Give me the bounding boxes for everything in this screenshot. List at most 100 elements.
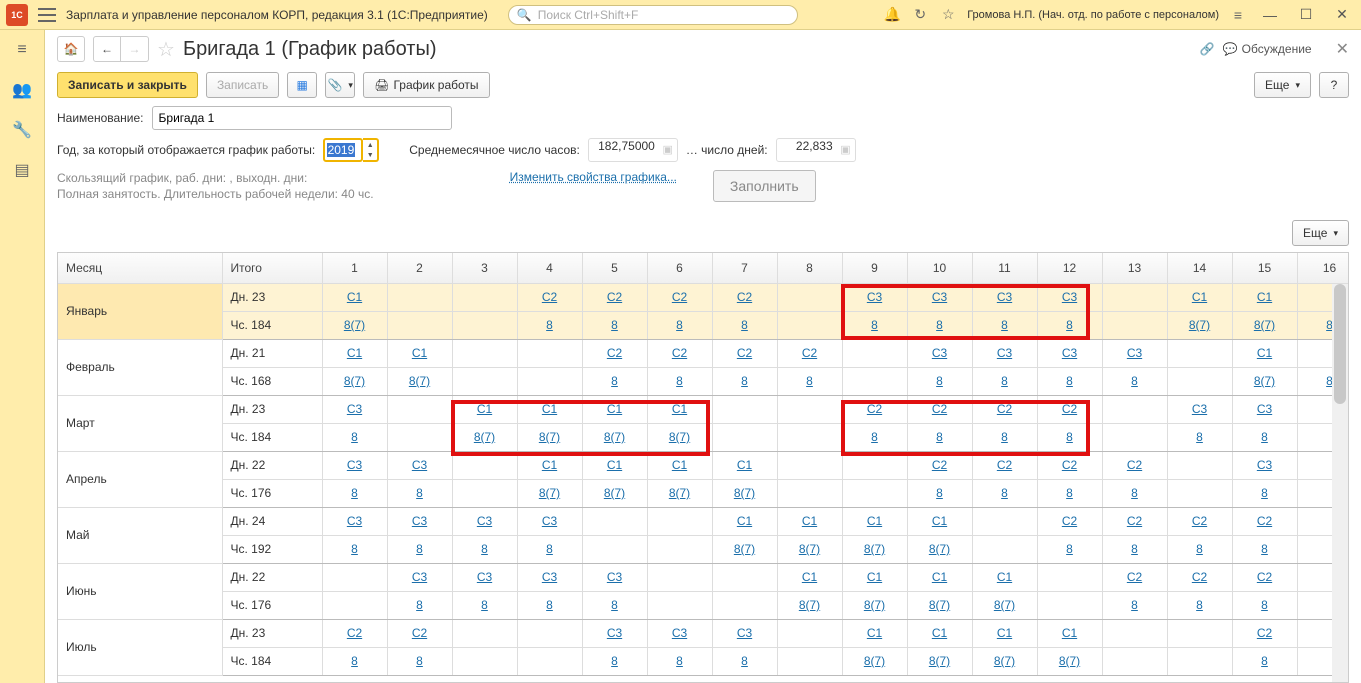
name-input[interactable] [152, 106, 452, 130]
attach-button[interactable]: 📎▾ [325, 72, 355, 98]
shift-cell[interactable]: С1 [322, 283, 387, 311]
hours-cell[interactable]: 8(7) [517, 423, 582, 451]
hours-cell[interactable] [712, 423, 777, 451]
shift-cell[interactable]: С2 [1232, 563, 1297, 591]
current-user[interactable]: Громова Н.П. (Нач. отд. по работе с перс… [967, 9, 1219, 21]
more-button[interactable]: Еще▾ [1254, 72, 1311, 98]
table-more-button[interactable]: Еще▾ [1292, 220, 1349, 246]
hours-cell[interactable]: 8(7) [972, 647, 1037, 675]
shift-cell[interactable]: С3 [1232, 451, 1297, 479]
shift-cell[interactable]: С2 [1232, 619, 1297, 647]
shift-cell[interactable]: С1 [582, 395, 647, 423]
shift-cell[interactable]: С1 [712, 507, 777, 535]
home-button[interactable]: 🏠 [57, 36, 85, 62]
shift-cell[interactable] [712, 563, 777, 591]
hours-cell[interactable]: 8 [647, 647, 712, 675]
hours-cell[interactable]: 8(7) [777, 591, 842, 619]
shift-cell[interactable] [1167, 451, 1232, 479]
col-day-14[interactable]: 14 [1167, 253, 1232, 283]
shift-cell[interactable]: С2 [1102, 563, 1167, 591]
hours-cell[interactable]: 8 [517, 591, 582, 619]
shift-cell[interactable]: С3 [842, 283, 907, 311]
hours-cell[interactable]: 8 [907, 479, 972, 507]
shift-cell[interactable]: С1 [452, 395, 517, 423]
hours-cell[interactable] [777, 311, 842, 339]
shift-cell[interactable] [1167, 339, 1232, 367]
edit-props-link[interactable]: Изменить свойства графика... [510, 170, 677, 184]
hours-cell[interactable] [1167, 367, 1232, 395]
col-day-6[interactable]: 6 [647, 253, 712, 283]
hours-cell[interactable]: 8 [647, 311, 712, 339]
hours-cell[interactable] [1102, 423, 1167, 451]
col-day-9[interactable]: 9 [842, 253, 907, 283]
shift-cell[interactable] [582, 507, 647, 535]
hours-cell[interactable]: 8 [1037, 479, 1102, 507]
col-day-8[interactable]: 8 [777, 253, 842, 283]
shift-cell[interactable]: С3 [972, 339, 1037, 367]
table-row[interactable]: Чс. 1688(7)8(7)888888888(7)8 [58, 367, 1349, 395]
table-row[interactable]: Чс. 19288888(7)8(7)8(7)8(7)8888 [58, 535, 1349, 563]
hours-cell[interactable]: 8(7) [582, 479, 647, 507]
col-day-13[interactable]: 13 [1102, 253, 1167, 283]
col-day-5[interactable]: 5 [582, 253, 647, 283]
shift-cell[interactable]: С2 [1167, 563, 1232, 591]
shift-cell[interactable]: С2 [387, 619, 452, 647]
table-row[interactable]: ИюльДн. 23С2С2С3С3С3С1С1С1С1С2 [58, 619, 1349, 647]
hours-cell[interactable] [452, 479, 517, 507]
global-search[interactable]: 🔍 Поиск Ctrl+Shift+F [508, 5, 798, 25]
history-icon[interactable]: ↻ [911, 6, 929, 24]
shift-cell[interactable]: С2 [972, 395, 1037, 423]
shift-cell[interactable]: С1 [907, 563, 972, 591]
hours-cell[interactable]: 8 [1037, 535, 1102, 563]
shift-cell[interactable]: С2 [517, 283, 582, 311]
shift-cell[interactable]: С2 [647, 283, 712, 311]
shift-cell[interactable]: С1 [647, 395, 712, 423]
shift-cell[interactable]: С2 [1037, 451, 1102, 479]
col-day-12[interactable]: 12 [1037, 253, 1102, 283]
hours-cell[interactable]: 8 [322, 479, 387, 507]
shift-cell[interactable]: С2 [842, 395, 907, 423]
hours-cell[interactable]: 8(7) [647, 423, 712, 451]
table-row[interactable]: Чс. 184888888(7)8(7)8(7)8(7)8 [58, 647, 1349, 675]
hours-cell[interactable] [452, 311, 517, 339]
col-day-16[interactable]: 16 [1297, 253, 1349, 283]
shift-cell[interactable]: С3 [387, 451, 452, 479]
hours-cell[interactable]: 8(7) [582, 423, 647, 451]
shift-cell[interactable]: С1 [1232, 339, 1297, 367]
col-day-11[interactable]: 11 [972, 253, 1037, 283]
hours-cell[interactable]: 8 [1037, 311, 1102, 339]
shift-cell[interactable]: С2 [972, 451, 1037, 479]
hours-cell[interactable]: 8 [712, 647, 777, 675]
shift-cell[interactable]: С2 [907, 395, 972, 423]
sidebar-doc-icon[interactable]: ▤ [12, 160, 32, 180]
shift-cell[interactable]: С3 [322, 451, 387, 479]
year-input[interactable]: 2019 [323, 138, 363, 162]
col-day-2[interactable]: 2 [387, 253, 452, 283]
hours-cell[interactable]: 8 [777, 367, 842, 395]
shift-cell[interactable] [322, 563, 387, 591]
hours-cell[interactable] [842, 367, 907, 395]
hours-cell[interactable]: 8(7) [842, 535, 907, 563]
shift-cell[interactable] [452, 451, 517, 479]
table-row[interactable]: Чс. 1848(7)888888888(7)8(7)8 [58, 311, 1349, 339]
shift-cell[interactable]: С3 [1167, 395, 1232, 423]
table-row[interactable]: АпрельДн. 22С3С3С1С1С1С1С2С2С2С2С3 [58, 451, 1349, 479]
shift-cell[interactable]: С1 [647, 451, 712, 479]
hours-cell[interactable]: 8 [582, 647, 647, 675]
hours-cell[interactable]: 8 [1037, 423, 1102, 451]
page-close[interactable]: ✕ [1336, 39, 1349, 59]
hours-cell[interactable]: 8 [517, 311, 582, 339]
col-day-15[interactable]: 15 [1232, 253, 1297, 283]
table-row[interactable]: ФевральДн. 21С1С1С2С2С2С2С3С3С3С3С1 [58, 339, 1349, 367]
shift-cell[interactable]: С3 [452, 563, 517, 591]
hours-cell[interactable]: 8(7) [452, 423, 517, 451]
shift-cell[interactable]: С1 [517, 395, 582, 423]
hours-cell[interactable] [452, 647, 517, 675]
hours-cell[interactable]: 8 [322, 423, 387, 451]
col-day-1[interactable]: 1 [322, 253, 387, 283]
shift-cell[interactable]: С1 [1037, 619, 1102, 647]
hours-cell[interactable]: 8 [1232, 647, 1297, 675]
hours-cell[interactable]: 8 [972, 423, 1037, 451]
hours-cell[interactable]: 8 [972, 479, 1037, 507]
shift-cell[interactable]: С1 [1232, 283, 1297, 311]
